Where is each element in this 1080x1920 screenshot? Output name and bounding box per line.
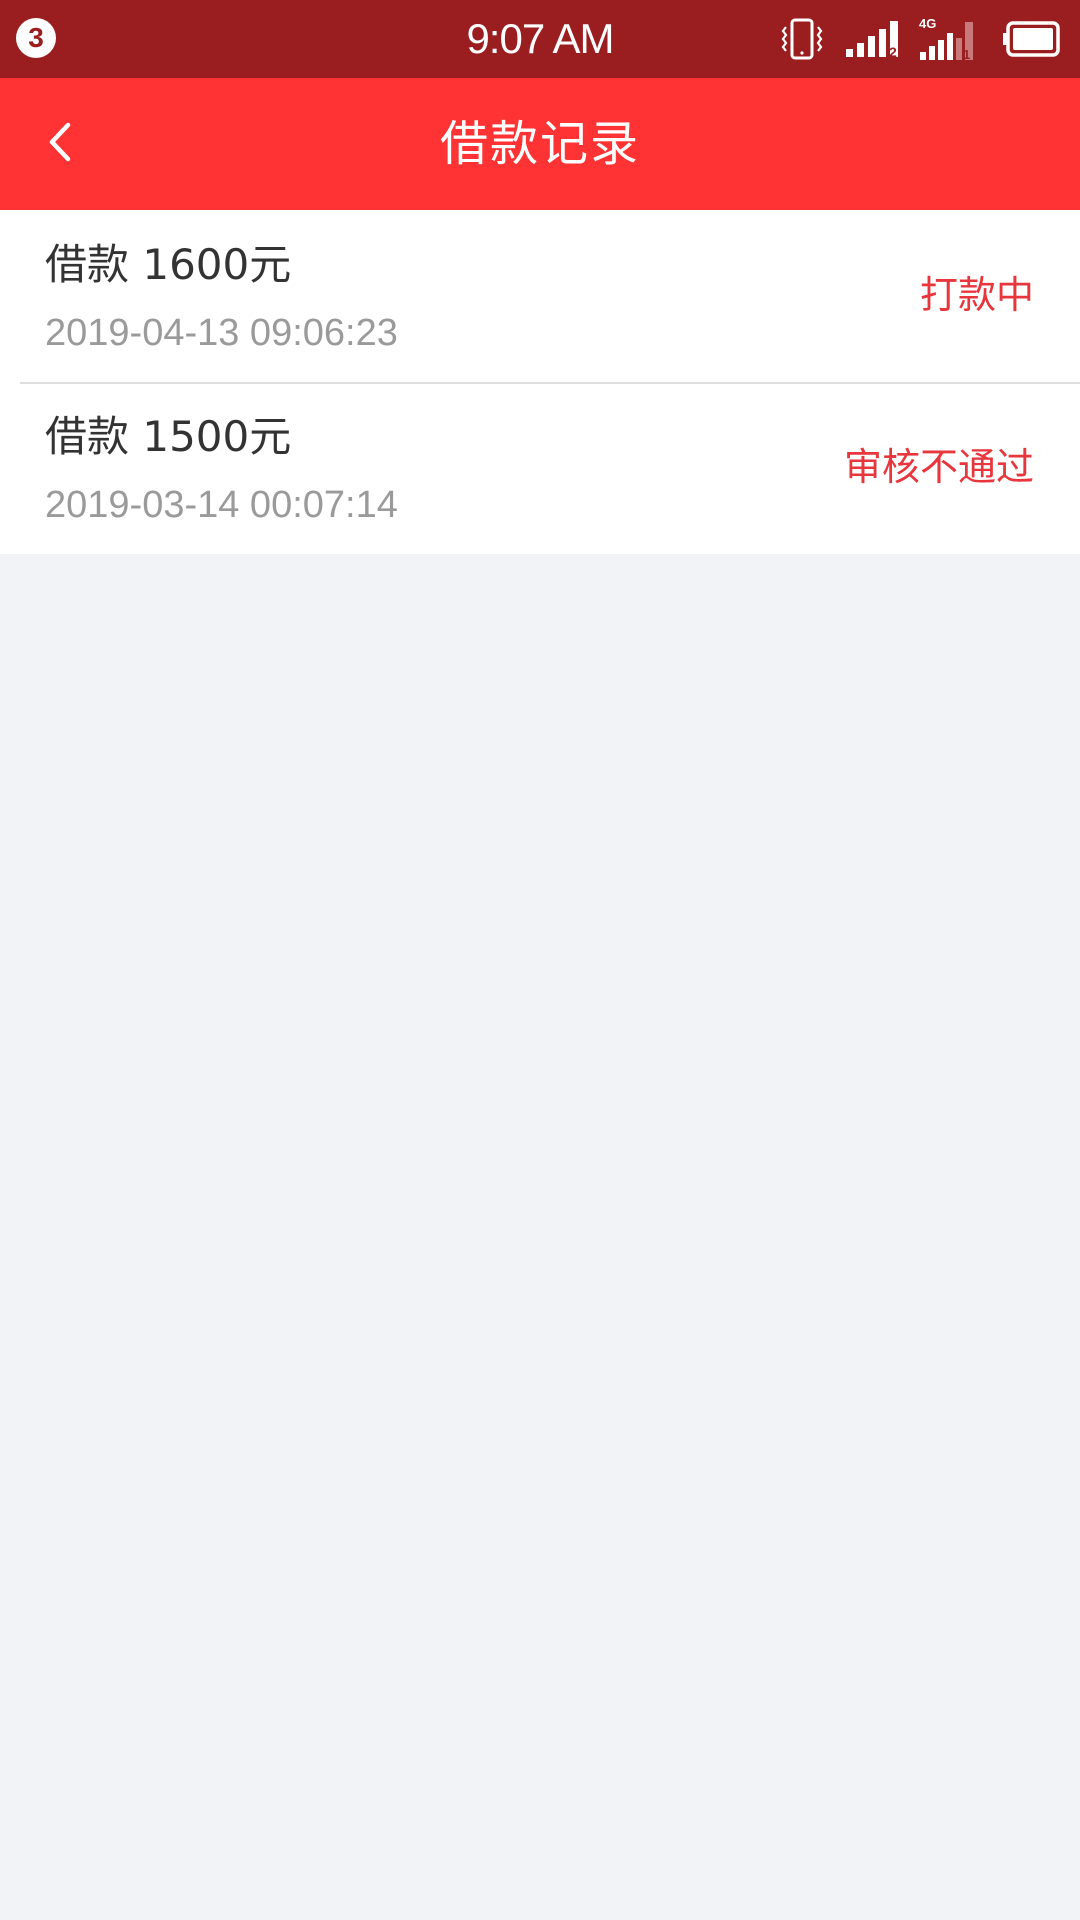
- loan-amount: 借款 1500元: [45, 412, 292, 461]
- list-item[interactable]: 借款 1500元 2019-03-14 00:07:14 审核不通过: [0, 382, 1080, 554]
- signal-sim2-icon: 2: [844, 19, 900, 59]
- battery-icon: [1002, 21, 1060, 57]
- vibrate-icon: [778, 15, 826, 63]
- signal-4g-icon: 4G 1: [918, 16, 980, 62]
- sim1-label: 1: [963, 47, 970, 62]
- sim2-label: 2: [889, 44, 897, 59]
- status-icons: 2 4G 1: [778, 14, 1060, 64]
- status-bar: 3 9:07 AM 2 4G 1: [0, 0, 1080, 78]
- loan-status: 打款中: [919, 273, 1034, 317]
- loan-status: 审核不通过: [843, 445, 1034, 489]
- loan-record-list: 借款 1600元 2019-04-13 09:06:23 打款中 借款 1500…: [0, 210, 1080, 554]
- loan-amount: 借款 1600元: [45, 240, 292, 289]
- loan-timestamp: 2019-03-14 00:07:14: [45, 484, 398, 526]
- network-type-label: 4G: [919, 16, 936, 31]
- page-title: 借款记录: [439, 116, 640, 172]
- list-item[interactable]: 借款 1600元 2019-04-13 09:06:23 打款中: [0, 210, 1080, 382]
- app-bar: 借款记录: [0, 78, 1080, 210]
- loan-timestamp: 2019-04-13 09:06:23: [45, 312, 398, 354]
